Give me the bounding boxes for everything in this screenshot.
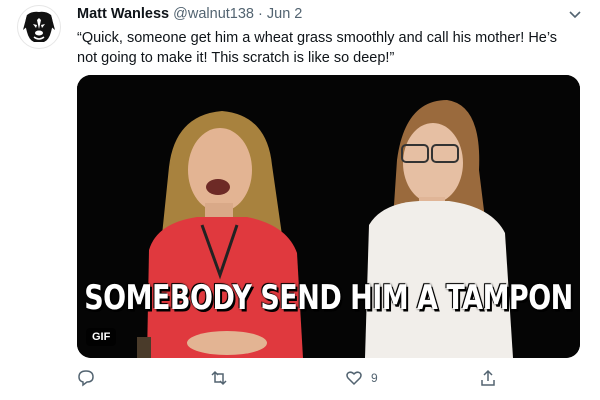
- tweet-actions: 9: [77, 368, 580, 390]
- author-name[interactable]: Matt Wanless: [77, 6, 169, 22]
- share-icon: [481, 369, 495, 386]
- retweet-button[interactable]: [210, 368, 236, 388]
- gif-media[interactable]: SOMEBODY SEND HIM A TAMPON GIF: [77, 75, 580, 358]
- tweet-header: Matt Wanless @walnut138 · Jun 2: [77, 6, 302, 24]
- gif-caption: SOMEBODY SEND HIM A TAMPON: [84, 279, 573, 318]
- dog-avatar-icon: [23, 11, 55, 43]
- like-count: 9: [371, 371, 378, 385]
- tweet[interactable]: Matt Wanless @walnut138 · Jun 2 “Quick, …: [0, 0, 600, 400]
- tweet-date[interactable]: Jun 2: [267, 6, 302, 22]
- gif-badge: GIF: [86, 328, 117, 346]
- separator-dot: ·: [258, 6, 263, 22]
- reply-button[interactable]: [77, 368, 103, 388]
- tweet-text: “Quick, someone get him a wheat grass sm…: [77, 30, 558, 66]
- avatar[interactable]: [17, 5, 61, 49]
- like-icon: [346, 371, 362, 386]
- author-handle[interactable]: @walnut138: [173, 6, 254, 22]
- share-button[interactable]: [479, 368, 497, 388]
- chevron-down-icon[interactable]: [568, 7, 582, 21]
- retweet-icon: [211, 370, 227, 386]
- like-button[interactable]: 9: [345, 368, 378, 388]
- reply-icon: [78, 370, 94, 387]
